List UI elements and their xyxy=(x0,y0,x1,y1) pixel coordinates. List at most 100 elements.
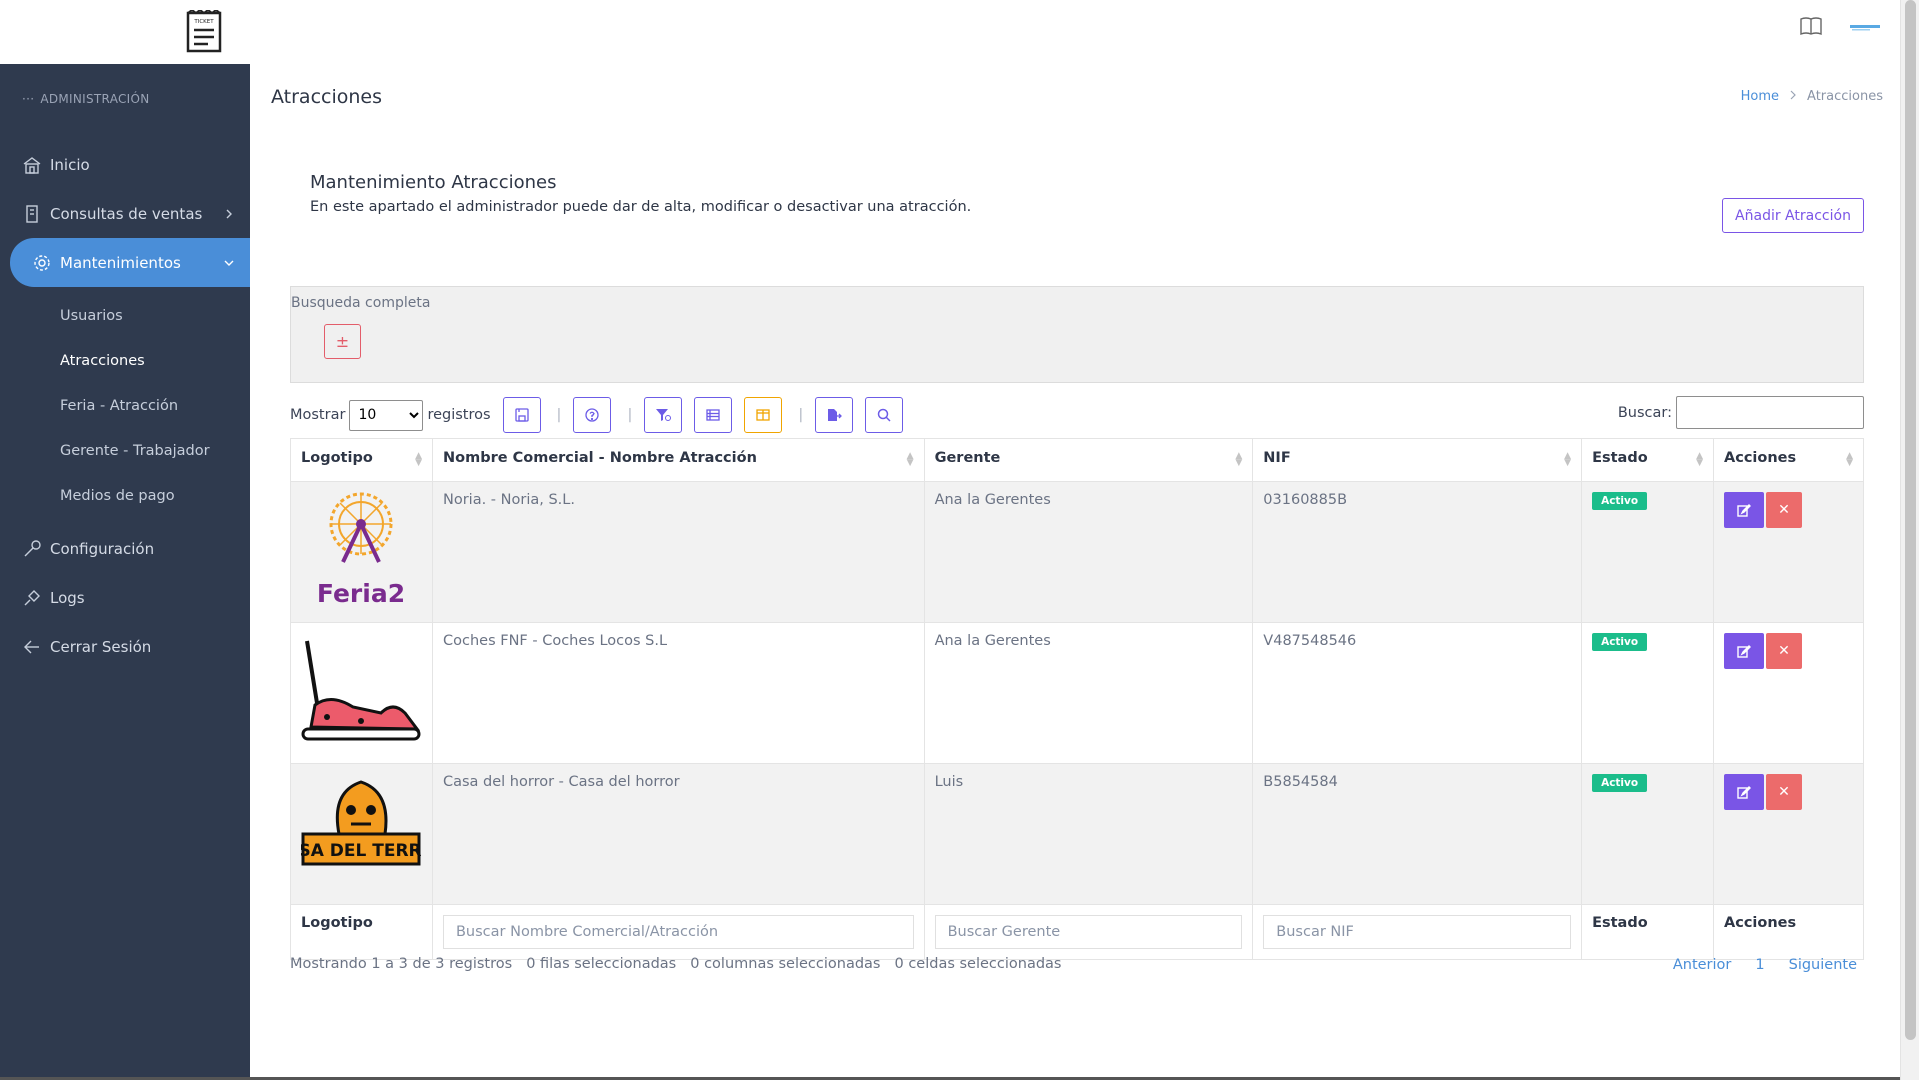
sidebar-item-cerrar-sesion[interactable]: Cerrar Sesión xyxy=(0,622,250,671)
pagination-prev[interactable]: Anterior xyxy=(1673,957,1732,973)
submenu-item-medios-pago[interactable]: Medios de pago xyxy=(0,473,250,518)
edit-icon xyxy=(1737,504,1751,517)
user-avatar-icon[interactable] xyxy=(1850,21,1880,35)
submenu-item-feria-atraccion[interactable]: Feria - Atracción xyxy=(0,383,250,428)
sidebar-item-logs[interactable]: Logs xyxy=(0,573,250,622)
sort-icon: ▲ ▼ xyxy=(1846,451,1853,468)
sidebar-item-configuracion[interactable]: Configuración xyxy=(0,524,250,573)
filter-icon xyxy=(656,409,672,421)
name-cell: Coches FNF - Coches Locos S.L xyxy=(431,622,925,764)
sidebar-item-inicio[interactable]: Inicio xyxy=(0,140,250,189)
nif-cell: B5854584 xyxy=(1252,763,1583,905)
footer-logo-label: Logotipo xyxy=(290,904,433,960)
page-scrollbar[interactable] xyxy=(1900,0,1919,1080)
sidebar-item-consultas-ventas[interactable]: Consultas de ventas xyxy=(0,189,250,238)
close-icon: ✕ xyxy=(1778,784,1790,800)
help-button[interactable] xyxy=(573,397,612,433)
actions-cell: ✕ xyxy=(1713,763,1864,905)
page-title: Atracciones xyxy=(271,86,382,108)
name-filter-input[interactable] xyxy=(442,915,914,949)
casa-del-terror-logo: CASA DEL TERROR xyxy=(273,780,449,866)
search-input[interactable] xyxy=(1676,396,1864,429)
toolbar-separator: | xyxy=(556,407,562,423)
feria2-logo: Feria2 xyxy=(317,492,405,608)
book-icon[interactable] xyxy=(1800,16,1822,40)
column-header-status[interactable]: Estado ▲ ▼ xyxy=(1581,438,1714,482)
logo-area: TICKET xyxy=(0,0,250,64)
card-description: En este apartado el administrador puede … xyxy=(310,199,972,215)
sidebar: TICKET ··· ADMINISTRACIÓN Inicio Consulta… xyxy=(0,0,250,1080)
columns-button[interactable] xyxy=(744,397,783,433)
mantenimientos-submenu: Usuarios Atracciones Feria - Atracción G… xyxy=(0,287,250,524)
edit-button[interactable] xyxy=(1724,633,1764,669)
sidebar-section-label: ADMINISTRACIÓN xyxy=(40,92,150,106)
chevron-right-icon xyxy=(1789,89,1797,104)
sidebar-item-label: Consultas de ventas xyxy=(50,204,203,223)
sidebar-item-label: Logs xyxy=(50,588,85,607)
wrench-icon xyxy=(22,539,42,559)
edit-button[interactable] xyxy=(1724,492,1764,528)
rows-view-button[interactable] xyxy=(694,397,733,433)
breadcrumb-current: Atracciones xyxy=(1807,89,1883,104)
column-header-manager[interactable]: Gerente ▲ ▼ xyxy=(923,438,1254,482)
delete-button[interactable]: ✕ xyxy=(1766,774,1802,810)
table-controls: Mostrar 10 registros | | | Buscar: xyxy=(290,396,1864,434)
sort-icon: ▲ ▼ xyxy=(906,451,914,468)
pagination-page[interactable]: 1 xyxy=(1755,957,1764,973)
edit-icon xyxy=(1737,786,1751,799)
page-size-select[interactable]: 10 xyxy=(349,399,424,431)
status-cell: Activo xyxy=(1581,481,1714,623)
delete-button[interactable]: ✕ xyxy=(1766,492,1802,528)
add-attraction-button[interactable]: Añadir Atracción xyxy=(1722,198,1864,233)
sidebar-item-mantenimientos[interactable]: Mantenimientos xyxy=(10,238,250,287)
columns-icon xyxy=(756,409,770,421)
scrollbar-thumb[interactable] xyxy=(1905,0,1916,1040)
footer-manager-filter xyxy=(923,904,1254,960)
table-row[interactable]: CASA DEL TERROR Casa del horror - Casa d… xyxy=(273,763,1864,905)
breadcrumb-home[interactable]: Home xyxy=(1741,89,1779,104)
table-row[interactable]: Coches FNF - Coches Locos S.L Ana la Ger… xyxy=(290,622,1864,764)
column-header-name[interactable]: Nombre Comercial - Nombre Atracción ▲ ▼ xyxy=(431,438,925,482)
column-header-nif[interactable]: NIF ▲ ▼ xyxy=(1252,438,1583,482)
nif-cell: 03160885B xyxy=(1252,481,1583,623)
export-button[interactable] xyxy=(815,397,854,433)
sidebar-item-label: Inicio xyxy=(50,155,90,174)
manager-cell: Ana la Gerentes xyxy=(923,622,1254,764)
manager-filter-input[interactable] xyxy=(934,915,1243,949)
name-cell: Casa del horror - Casa del horror xyxy=(431,763,925,905)
footer-nif-filter xyxy=(1252,904,1583,960)
table-header-row: Logotipo ▲ ▼ Nombre Comercial - Nombre Atr… xyxy=(290,438,1864,482)
logo-cell: Feria2 xyxy=(290,481,433,623)
svg-text:Feria2: Feria2 xyxy=(317,579,405,608)
column-header-actions[interactable]: Acciones ▲ ▼ xyxy=(1713,438,1864,482)
filter-button[interactable] xyxy=(644,397,683,433)
close-icon: ✕ xyxy=(1778,643,1790,659)
footer-actions-label: Acciones xyxy=(1713,904,1864,960)
toolbar-separator: | xyxy=(627,407,633,423)
column-header-logo[interactable]: Logotipo ▲ ▼ xyxy=(290,438,433,482)
delete-button[interactable]: ✕ xyxy=(1766,633,1802,669)
ticket-logo-icon[interactable]: TICKET xyxy=(184,10,224,54)
nif-cell: V487548546 xyxy=(1252,622,1583,764)
nif-filter-input[interactable] xyxy=(1263,915,1572,949)
pagination-next[interactable]: Siguiente xyxy=(1789,957,1857,973)
rows-selected-info: 0 filas seleccionadas xyxy=(526,956,677,972)
toolbar-separator: | xyxy=(798,407,804,423)
save-icon xyxy=(514,408,529,422)
home-icon xyxy=(22,155,42,175)
edit-button[interactable] xyxy=(1724,774,1764,810)
status-cell: Activo xyxy=(1581,763,1714,905)
footer-status-label: Estado xyxy=(1581,904,1714,960)
table-info: Mostrando 1 a 3 de 3 registros 0 filas s… xyxy=(290,956,1061,972)
save-state-button[interactable] xyxy=(502,397,541,433)
submenu-item-gerente-trabajador[interactable]: Gerente - Trabajador xyxy=(0,428,250,473)
expand-search-button[interactable]: ± xyxy=(324,324,361,359)
submenu-item-atracciones[interactable]: Atracciones xyxy=(0,338,250,383)
submenu-item-usuarios[interactable]: Usuarios xyxy=(0,293,250,338)
search-icon xyxy=(877,408,891,422)
pin-icon xyxy=(22,588,42,608)
cols-selected-info: 0 columnas seleccionadas xyxy=(690,956,881,972)
search-button[interactable] xyxy=(865,397,904,433)
breadcrumb: Home Atracciones xyxy=(1741,89,1883,104)
table-row[interactable]: Feria2 Noria. - Noria, S.L. Ana la Geren… xyxy=(290,481,1864,623)
